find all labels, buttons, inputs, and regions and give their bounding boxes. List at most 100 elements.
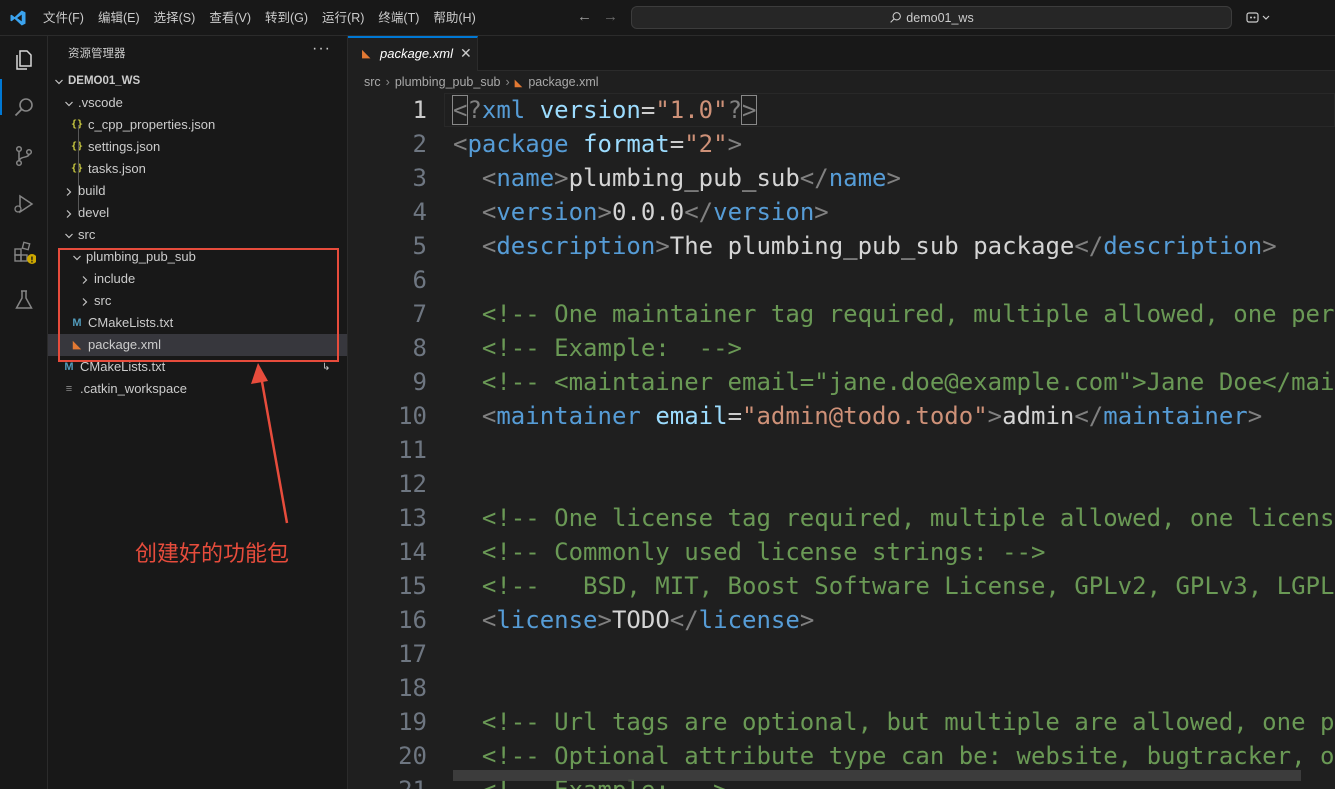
command-center-search[interactable]: demo01_ws <box>631 6 1232 29</box>
menu-item[interactable]: 运行(R) <box>315 0 371 36</box>
code-token: > <box>886 164 901 192</box>
line-number: 14 <box>398 538 427 566</box>
code-token: version <box>496 198 598 226</box>
code-token: > <box>727 130 743 158</box>
source-control-icon[interactable] <box>12 144 36 168</box>
tree-folder[interactable]: .vscode <box>48 92 347 114</box>
tree-folder[interactable]: devel <box>48 202 347 224</box>
code-line: 17 <box>348 637 1335 671</box>
code-line: 1 <?xml version="1.0"?> <box>348 93 1335 127</box>
menu-item[interactable]: 查看(V) <box>202 0 258 36</box>
tree-file[interactable]: {} c_cpp_properties.json <box>48 114 347 136</box>
code-text: <!-- <maintainer email="jane.doe@example… <box>453 365 1335 399</box>
code-token: > <box>597 198 612 226</box>
code-token: = <box>669 130 685 158</box>
code-text: <package format="2"> <box>453 127 742 161</box>
breadcrumb-item[interactable]: package.xml <box>528 75 598 89</box>
tree-file[interactable]: M CMakeLists.txt <box>48 312 347 334</box>
code-line: 6 <box>348 263 1335 297</box>
code-token: > <box>554 164 569 192</box>
line-number: 11 <box>398 436 427 464</box>
breadcrumb-item[interactable]: src <box>364 75 381 89</box>
code-token: </ <box>1074 402 1104 430</box>
extensions-icon[interactable]: ! <box>12 240 36 264</box>
line-number: 18 <box>398 674 427 702</box>
menu-item[interactable]: 转到(G) <box>258 0 315 36</box>
tree-folder[interactable]: src <box>48 224 347 246</box>
horizontal-scrollbar[interactable] <box>453 770 1301 781</box>
chevron-down-icon <box>52 70 66 92</box>
command-center-text: demo01_ws <box>906 10 974 25</box>
back-arrow-icon[interactable]: ← <box>577 8 592 25</box>
menu-item[interactable]: 文件(F) <box>36 0 91 36</box>
tree-item-label: plumbing_pub_sub <box>86 249 196 264</box>
code-token: <!-- Commonly used license strings: --> <box>481 538 1046 566</box>
menu-item[interactable]: 帮助(H) <box>426 0 482 36</box>
code-token: TODO <box>611 606 670 634</box>
forward-arrow-icon[interactable]: → <box>603 8 618 25</box>
tree-folder[interactable]: build <box>48 180 347 202</box>
close-icon[interactable]: ✕ <box>460 45 472 62</box>
line-number: 13 <box>398 504 427 532</box>
tree-file[interactable]: {} settings.json <box>48 136 347 158</box>
tree-item-label: src <box>78 227 96 242</box>
chevron-down-icon <box>62 92 76 114</box>
menu-item[interactable]: 选择(S) <box>147 0 203 36</box>
svg-text:!: ! <box>30 256 34 265</box>
tree-folder[interactable]: include <box>48 268 347 290</box>
code-line: 5 <description>The plumbing_pub_sub pack… <box>348 229 1335 263</box>
code-token: < <box>451 95 469 125</box>
tree-folder[interactable]: DEMO01_WS <box>48 70 347 92</box>
copilot-icon[interactable] <box>1246 10 1272 26</box>
code-token: > <box>1247 402 1263 430</box>
code-text: <!-- One maintainer tag required, multip… <box>453 297 1335 331</box>
vscode-logo-icon[interactable] <box>9 9 27 27</box>
line-number: 10 <box>398 402 427 430</box>
tree-folder[interactable]: plumbing_pub_sub <box>48 246 347 268</box>
line-number: 12 <box>398 470 427 498</box>
line-number: 20 <box>398 742 427 770</box>
run-debug-icon[interactable] <box>12 192 36 216</box>
chevron-down-icon <box>70 246 84 268</box>
code-line: 19 <!-- Url tags are optional, but multi… <box>348 705 1335 739</box>
tree-folder[interactable]: src <box>48 290 347 312</box>
code-token: > <box>1262 232 1277 260</box>
tree-file[interactable]: {} tasks.json <box>48 158 347 180</box>
json-file-icon: {} <box>70 141 84 152</box>
code-editor[interactable]: 1 <?xml version="1.0"?> 2 <package format="… <box>348 93 1335 789</box>
line-number: 15 <box>398 572 427 600</box>
line-number: 21 <box>348 773 427 789</box>
code-text: <?xml version="1.0"?> <box>451 93 758 127</box>
code-text: <!-- Url tags are optional, but multiple… <box>453 705 1335 739</box>
code-token: package <box>467 130 569 158</box>
breadcrumb: src › plumbing_pub_sub › ◣ package.xml <box>348 71 1335 93</box>
more-actions-icon[interactable]: ··· <box>312 40 331 58</box>
code-token: <!-- Example: --> <box>481 334 742 362</box>
code-token: "2" <box>684 130 728 158</box>
tab-package-xml[interactable]: ◣ package.xml ✕ <box>348 36 478 71</box>
code-token: The plumbing_pub_sub package <box>669 232 1075 260</box>
tree-item-label: DEMO01_WS <box>68 75 141 87</box>
explorer-icon[interactable] <box>12 48 36 72</box>
menu-item[interactable]: 终端(T) <box>371 0 426 36</box>
breadcrumb-item[interactable]: plumbing_pub_sub <box>395 75 501 89</box>
line-number: 16 <box>398 606 427 634</box>
code-token: xml <box>481 96 526 124</box>
chevron-right-icon <box>78 290 92 312</box>
code-token: </ <box>669 606 699 634</box>
tree-file[interactable]: ◣ package.xml <box>48 334 347 356</box>
code-token: </ <box>684 198 714 226</box>
code-token: version <box>539 96 641 124</box>
search-icon[interactable] <box>12 96 36 120</box>
testing-icon[interactable] <box>12 288 36 312</box>
menu-item[interactable]: 编辑(E) <box>91 0 147 36</box>
file-icon: ≡ <box>65 383 73 395</box>
